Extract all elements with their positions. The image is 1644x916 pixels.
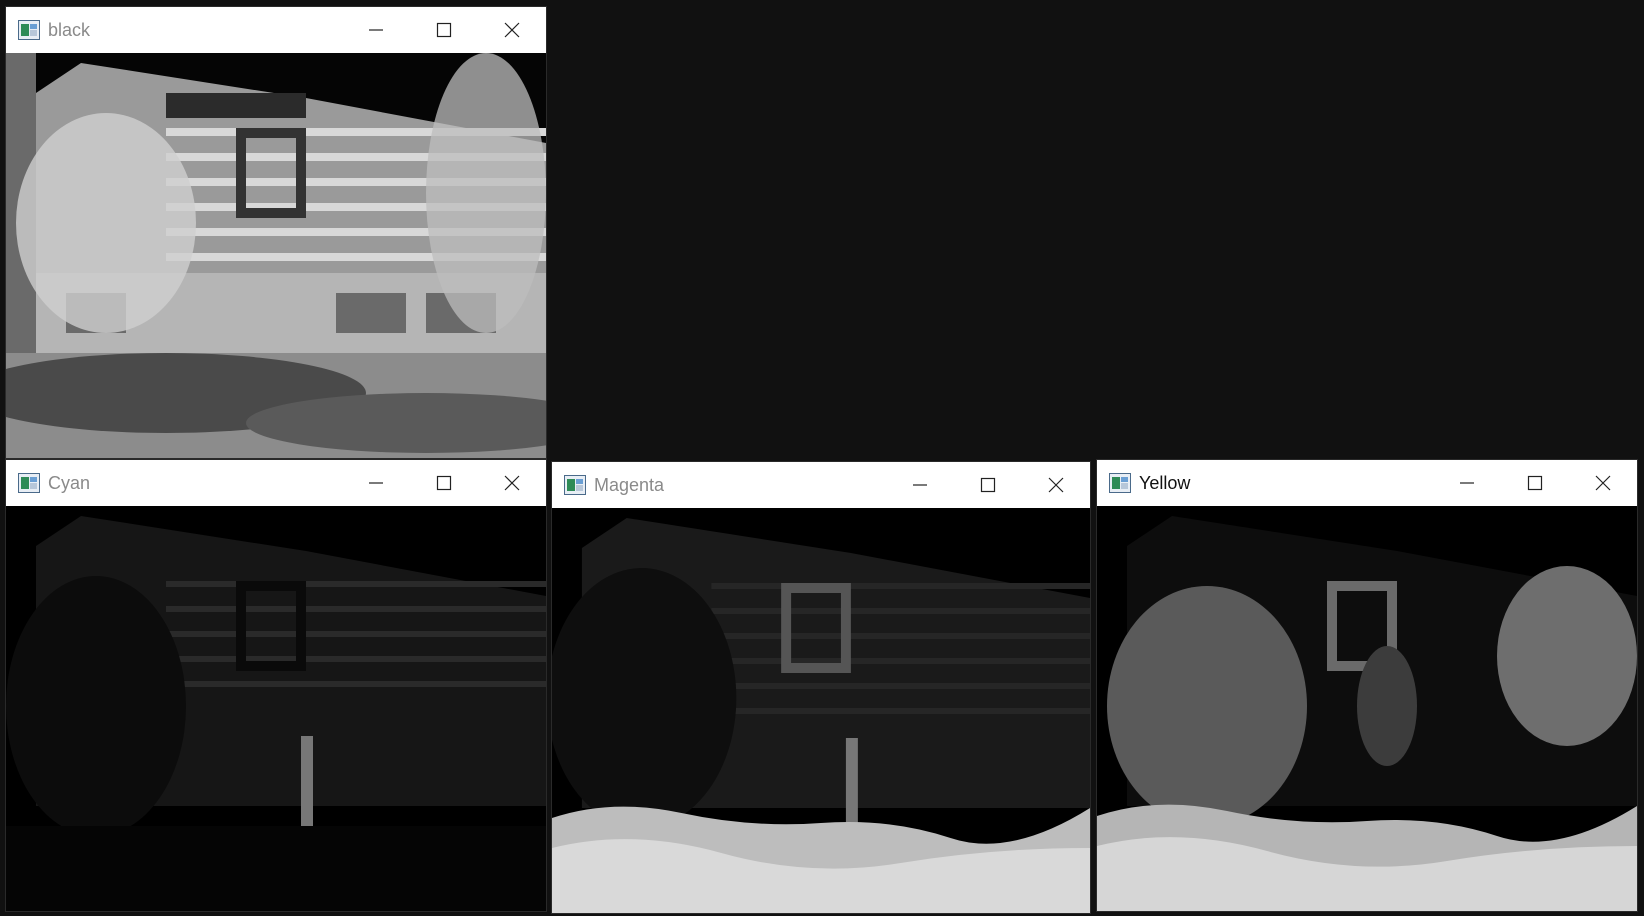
- minimize-icon: [1459, 475, 1475, 491]
- window-title: Magenta: [594, 474, 665, 495]
- close-icon: [1048, 477, 1064, 493]
- image-canvas: [1097, 506, 1637, 911]
- window-title: Yellow: [1139, 472, 1191, 493]
- title-bar[interactable]: black: [6, 7, 546, 53]
- close-button[interactable]: [1569, 460, 1637, 506]
- building-photo-cyan: [6, 506, 546, 911]
- building-photo-magenta: [552, 508, 1090, 913]
- close-button[interactable]: [478, 460, 546, 506]
- title-bar[interactable]: Cyan: [6, 460, 546, 506]
- minimize-button[interactable]: [342, 460, 410, 506]
- minimize-button[interactable]: [342, 7, 410, 53]
- close-icon: [1595, 475, 1611, 491]
- image-canvas: [552, 508, 1090, 913]
- window-title: black: [48, 19, 91, 40]
- window-yellow[interactable]: Yellow: [1096, 459, 1638, 912]
- title-bar[interactable]: Yellow: [1097, 460, 1637, 506]
- maximize-icon: [436, 22, 452, 38]
- maximize-button[interactable]: [410, 7, 478, 53]
- maximize-icon: [980, 477, 996, 493]
- window-app-icon: [18, 20, 40, 40]
- close-button[interactable]: [1022, 462, 1090, 508]
- window-magenta[interactable]: Magenta: [551, 461, 1091, 914]
- minimize-icon: [912, 477, 928, 493]
- minimize-icon: [368, 475, 384, 491]
- window-app-icon: [18, 473, 40, 493]
- window-title: Cyan: [48, 472, 91, 493]
- minimize-button[interactable]: [886, 462, 954, 508]
- maximize-button[interactable]: [410, 460, 478, 506]
- maximize-button[interactable]: [954, 462, 1022, 508]
- window-app-icon: [1109, 473, 1131, 493]
- minimize-button[interactable]: [1433, 460, 1501, 506]
- window-black[interactable]: black: [5, 6, 547, 459]
- maximize-icon: [1527, 475, 1543, 491]
- window-app-icon: [564, 475, 586, 495]
- building-photo-yellow: [1097, 506, 1637, 911]
- minimize-icon: [368, 22, 384, 38]
- image-canvas: [6, 53, 546, 458]
- building-photo-inverted: [6, 53, 546, 458]
- close-button[interactable]: [478, 7, 546, 53]
- image-canvas: [6, 506, 546, 911]
- close-icon: [504, 22, 520, 38]
- title-bar[interactable]: Magenta: [552, 462, 1090, 508]
- maximize-icon: [436, 475, 452, 491]
- window-cyan[interactable]: Cyan: [5, 459, 547, 912]
- maximize-button[interactable]: [1501, 460, 1569, 506]
- close-icon: [504, 475, 520, 491]
